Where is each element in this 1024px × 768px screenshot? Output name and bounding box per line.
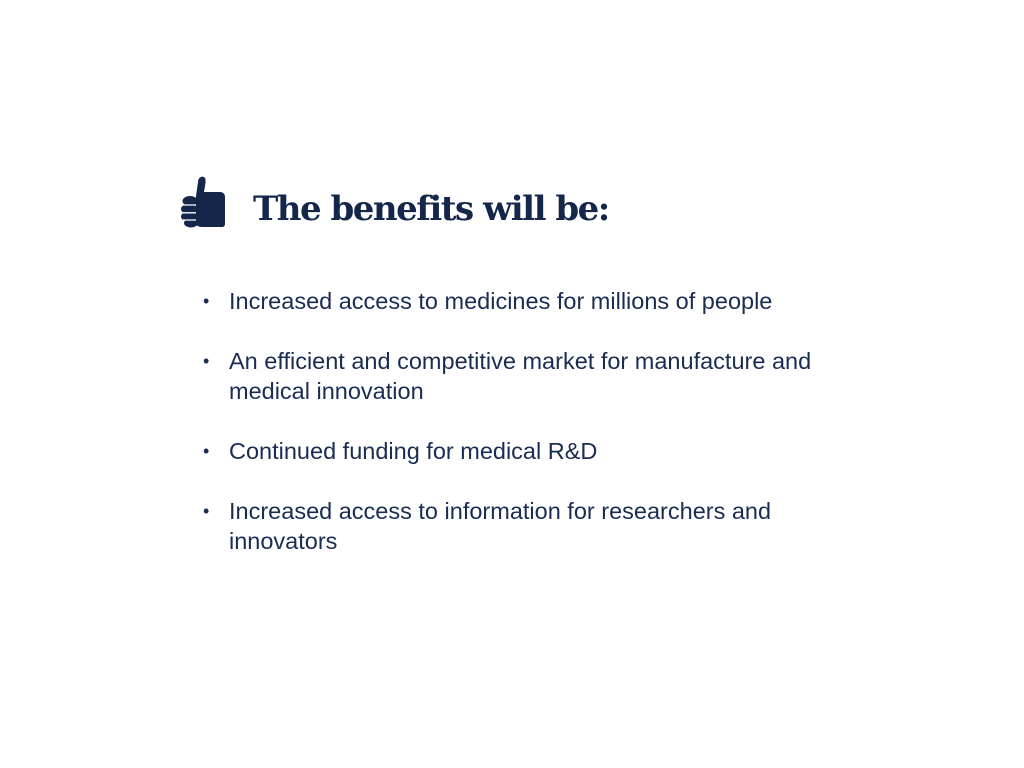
list-item: • An efficient and competitive market fo…	[203, 346, 883, 406]
slide-title: The benefits will be:	[253, 189, 610, 229]
slide: The benefits will be: • Increased access…	[0, 0, 1024, 768]
bullet-icon: •	[203, 501, 210, 521]
bullet-text: Continued funding for medical R&D	[229, 438, 598, 464]
list-item: • Continued funding for medical R&D	[203, 436, 883, 466]
thumbs-up-icon	[181, 176, 225, 228]
bullet-icon: •	[203, 291, 210, 311]
bullet-icon: •	[203, 441, 210, 461]
list-item: • Increased access to medicines for mill…	[203, 286, 883, 316]
list-item: • Increased access to information for re…	[203, 496, 883, 556]
bullet-text: Increased access to medicines for millio…	[229, 288, 773, 314]
bullet-text: Increased access to information for rese…	[229, 498, 772, 554]
bullet-text: An efficient and competitive market for …	[229, 348, 812, 404]
bullet-icon: •	[203, 351, 210, 371]
